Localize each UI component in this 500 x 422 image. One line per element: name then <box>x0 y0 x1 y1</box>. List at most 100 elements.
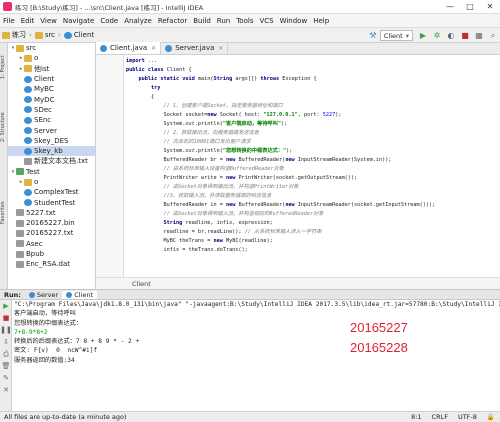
maximize-button[interactable]: □ <box>460 0 480 14</box>
tree-item[interactable]: 20165227.bin <box>8 218 95 228</box>
tree-item-label: Enc_RSA.dat <box>26 260 71 269</box>
tree-item[interactable]: ▸ o <box>8 53 95 63</box>
editor-tab-label: Server.java <box>175 44 215 52</box>
tree-item-label: Client <box>34 75 55 84</box>
run-configuration-select[interactable]: Client ▾ <box>379 30 413 41</box>
menu-vcs[interactable]: VCS <box>256 14 276 28</box>
menu-navigate[interactable]: Navigate <box>60 14 97 28</box>
run-play-icon[interactable]: ▶ <box>418 31 428 41</box>
close-icon[interactable]: ✕ <box>0 384 12 396</box>
tree-item[interactable]: ▸ 他ist <box>8 64 95 74</box>
nav-crumb-src[interactable]: src <box>33 31 57 39</box>
tree-item[interactable]: Skey_kb <box>8 145 95 157</box>
menu-view[interactable]: View <box>37 14 60 28</box>
tree-item[interactable]: ▸ o <box>8 177 95 187</box>
tree-item[interactable]: SEnc <box>8 115 95 125</box>
code-line: // 2、获取输出流，向服务器端发送信息 <box>163 130 259 136</box>
chevron-down-icon: ▾ <box>405 31 409 40</box>
line-separator[interactable]: CRLF <box>427 413 453 421</box>
editor-gutter <box>96 55 124 277</box>
class-icon <box>24 127 32 135</box>
rerun-icon[interactable]: ▶ <box>0 300 12 312</box>
tree-item[interactable]: StudentTest <box>8 197 95 207</box>
editor-breadcrumb[interactable]: Client <box>96 277 500 289</box>
structure-tool-tab[interactable]: 2: Structure <box>0 103 8 151</box>
lock-icon[interactable]: 🔒 <box>482 413 500 421</box>
code-line: Socket socket=new Socket( host: "127.0.0… <box>126 112 342 118</box>
menu-tools[interactable]: Tools <box>233 14 256 28</box>
project-structure-icon[interactable]: ▦ <box>474 31 484 41</box>
menu-window[interactable]: Window <box>277 14 311 28</box>
text-file-icon <box>24 157 32 165</box>
editor-tab[interactable]: Client.java ✕ <box>96 42 162 54</box>
coverage-icon[interactable]: ◐ <box>446 31 456 41</box>
class-icon <box>24 85 32 93</box>
editor-area: Client.java ✕ Server.java ✕ import ... publi… <box>96 42 500 289</box>
class-icon <box>24 106 32 114</box>
tree-item[interactable]: Enc_RSA.dat <box>8 259 95 269</box>
menu-edit[interactable]: Edit <box>18 14 38 28</box>
close-window-button[interactable]: ✕ <box>480 0 500 14</box>
close-tab-icon[interactable]: ✕ <box>218 45 223 52</box>
menu-build[interactable]: Build <box>190 14 214 28</box>
run-panel-header: Run: Server Client <box>0 289 500 300</box>
run-console[interactable]: "C:\Program Files\Java\jdk1.8.0_131\bin\… <box>12 300 500 412</box>
tree-item[interactable]: Server <box>8 125 95 135</box>
tree-item[interactable]: MyBC <box>8 84 95 94</box>
menu-file[interactable]: File <box>0 14 18 28</box>
text-file-icon <box>16 209 24 217</box>
menu-run[interactable]: Run <box>214 14 233 28</box>
tree-item[interactable]: 新建文本文档.txt <box>8 156 95 166</box>
pause-icon[interactable]: ❚❚ <box>0 324 12 336</box>
close-tab-icon[interactable]: ✕ <box>151 45 156 52</box>
run-tab-server[interactable]: Server <box>25 291 62 299</box>
nav-crumb-client[interactable]: Client <box>62 31 96 39</box>
menu-help[interactable]: Help <box>310 14 332 28</box>
favorites-tool-tab[interactable]: Favorites <box>0 193 8 233</box>
scroll-to-end-icon[interactable]: ⇩ <box>0 336 12 348</box>
code-line: { <box>126 94 155 100</box>
project-tool-tab[interactable]: 1: Project <box>0 47 8 87</box>
watermark-line: 20165228 <box>350 340 408 355</box>
tree-item[interactable]: Client <box>8 74 95 84</box>
nav-crumb-project[interactable]: 练习 <box>0 30 28 40</box>
menu-code[interactable]: Code <box>97 14 121 28</box>
tree-item[interactable]: Skey_DES <box>8 136 95 146</box>
class-icon <box>100 44 107 52</box>
hammer-build-icon[interactable]: ⚒ <box>368 31 378 41</box>
print-icon[interactable]: ⎙ <box>0 348 12 360</box>
menu-refactor[interactable]: Refactor <box>155 14 190 28</box>
tree-item[interactable]: SDec <box>8 105 95 115</box>
trash-icon[interactable]: 🗑 <box>0 360 12 372</box>
status-message: All files are up-to-date (a minute ago) <box>4 413 127 421</box>
code-line: public class Client { <box>126 67 192 73</box>
tree-item-label: Test <box>26 167 40 176</box>
code-line: try <box>151 85 161 91</box>
test-folder-icon <box>16 168 24 176</box>
stop-icon[interactable]: ■ <box>460 31 470 41</box>
tree-item[interactable]: 20165227.txt <box>8 228 95 238</box>
editor-tab-label: Client.java <box>110 44 148 52</box>
run-tab-client[interactable]: Client <box>62 290 98 299</box>
search-icon[interactable]: ⌕ <box>488 31 498 41</box>
tree-item[interactable]: ▾ src <box>8 43 95 53</box>
stop-icon[interactable]: ■ <box>0 312 12 324</box>
file-encoding[interactable]: UTF-8 <box>453 413 482 421</box>
pin-icon[interactable]: ✎ <box>0 372 12 384</box>
cursor-position[interactable]: 8:1 <box>406 413 426 421</box>
editor-tab[interactable]: Server.java ✕ <box>161 42 229 54</box>
tree-item[interactable]: ▾ Test <box>8 167 95 177</box>
tree-item-label: Skey_kb <box>34 147 63 156</box>
tree-item[interactable]: 5227.txt <box>8 208 95 218</box>
tree-item[interactable]: Asec <box>8 239 95 249</box>
tree-item[interactable]: ComplexTest <box>8 187 95 197</box>
code-line: BufferedReader br = new BufferedReader(n… <box>126 157 392 163</box>
tree-item[interactable]: Bpub <box>8 249 95 259</box>
minimize-button[interactable]: — <box>440 0 460 14</box>
editor-tabs: Client.java ✕ Server.java ✕ <box>96 42 500 55</box>
menu-analyze[interactable]: Analyze <box>121 14 155 28</box>
tree-item[interactable]: MyDC <box>8 94 95 104</box>
debug-bug-icon[interactable]: ✲ <box>432 31 442 41</box>
class-icon <box>24 188 32 196</box>
code-editor[interactable]: import ... public class Client { public s… <box>126 57 496 277</box>
